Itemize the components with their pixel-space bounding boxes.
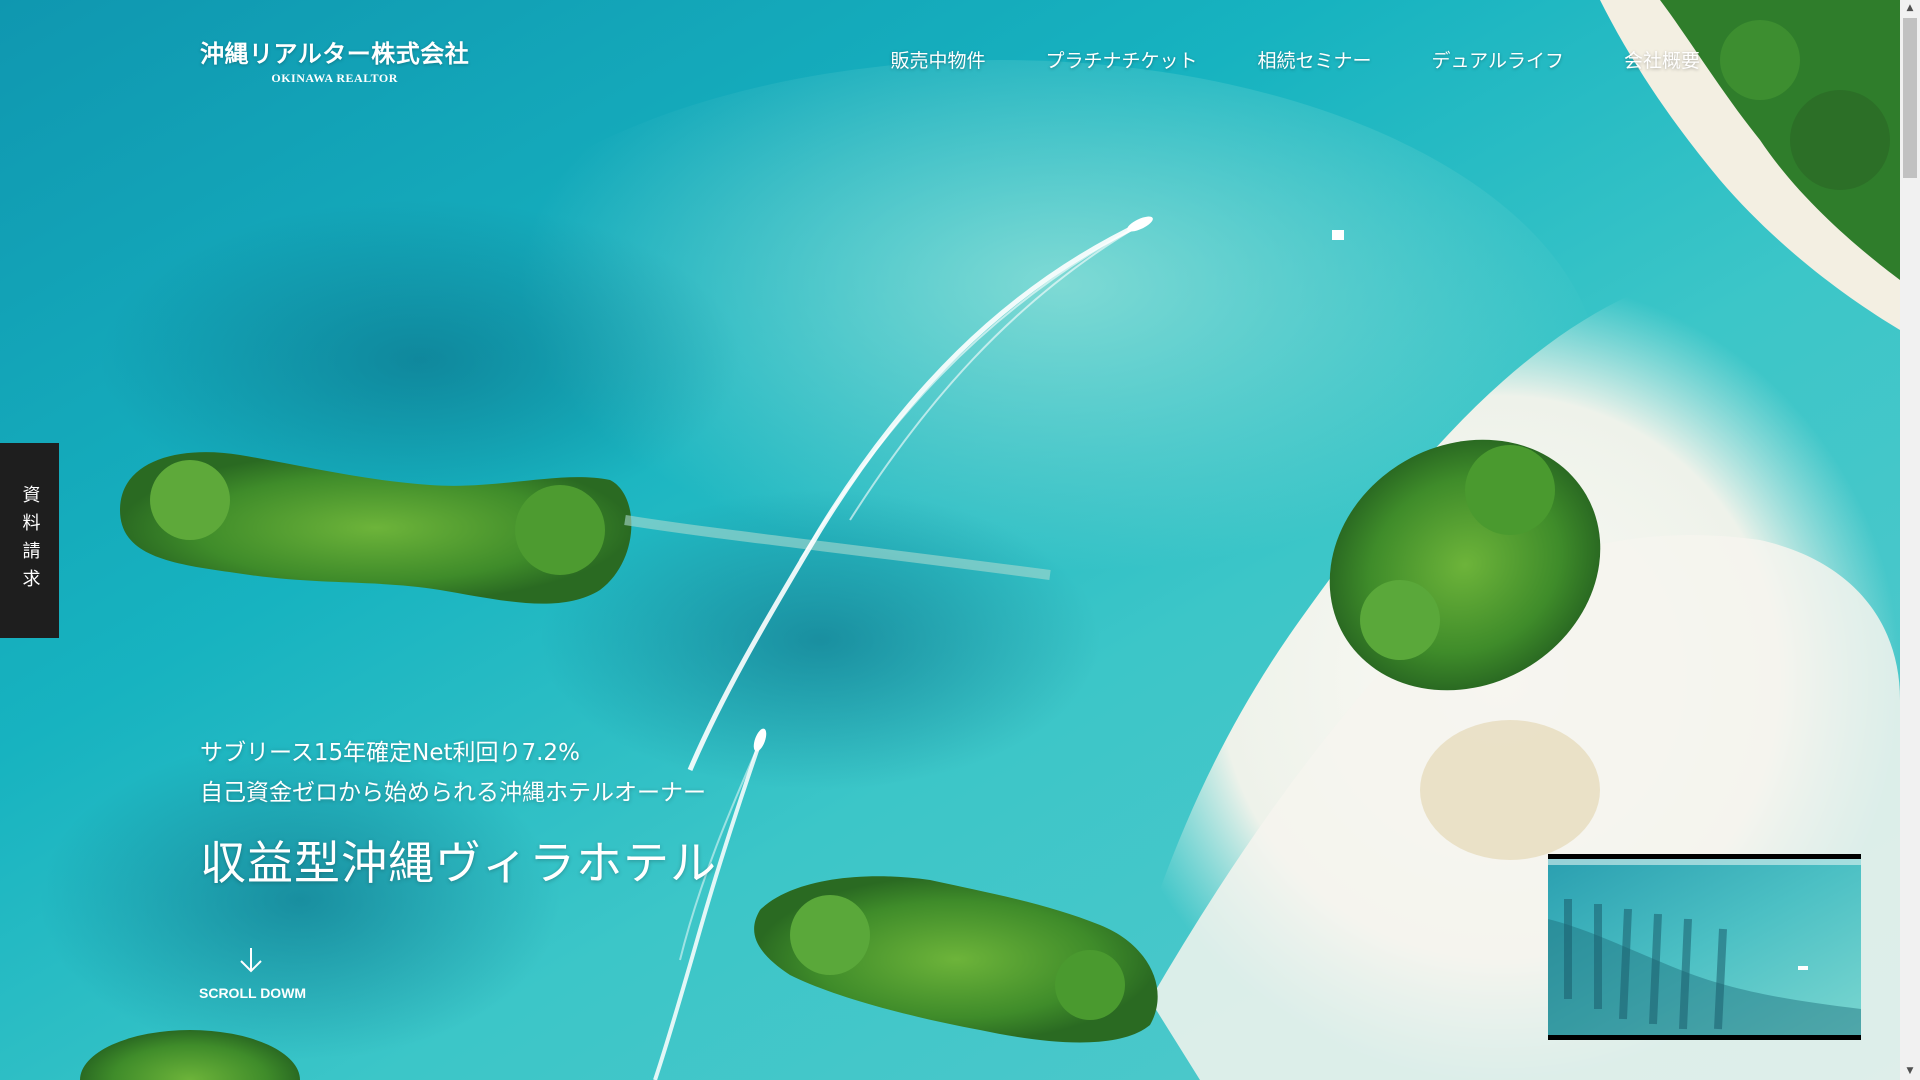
scroll-down-label: SCROLL DOWM [199,985,307,1001]
hero-copy: サブリース15年確定Net利回り7.2% 自己資金ゼロから始められる沖縄ホテルオ… [200,733,717,893]
video-thumbnail[interactable] [1548,854,1861,1040]
scroll-up-arrow-icon[interactable]: ▲ [1900,0,1920,17]
nav-item-company[interactable]: 会社概要 [1624,46,1700,73]
scroll-down-arrow-icon[interactable]: ▼ [1900,1063,1920,1080]
hero-title: 収益型沖縄ヴィラホテル [200,836,717,890]
scrollbar-thumb[interactable] [1903,18,1917,178]
nav-item-dual-life[interactable]: デュアルライフ [1432,46,1564,73]
request-documents-label: 資料請求 [19,484,41,597]
hero-subline-yield: サブリース15年確定Net利回り7.2% [200,740,580,766]
arrow-down-icon [240,948,262,973]
nav-item-platinum-ticket[interactable]: プラチナチケット [1046,46,1198,73]
nav-item-properties[interactable]: 販売中物件 [891,46,986,73]
video-preview-image [1548,859,1861,1035]
scroll-down-button[interactable]: SCROLL DOWM [199,945,307,1001]
global-nav: 販売中物件 プラチナチケット 相続セミナー デュアルライフ 会社概要 [891,46,1701,73]
hero-subline-owner: 自己資金ゼロから始められる沖縄ホテルオーナー [200,780,706,806]
page-scrollbar[interactable]: ▲ ▼ [1900,0,1920,1080]
page-viewport: 沖縄リアルター株式会社 OKINAWA REALTOR 販売中物件 プラチナチケ… [0,0,1900,1080]
logo-japanese-name: 沖縄リアルター株式会社 [200,40,470,68]
request-documents-tab[interactable]: 資料請求 [0,443,59,638]
logo-english-name: OKINAWA REALTOR [271,71,398,85]
site-logo[interactable]: 沖縄リアルター株式会社 OKINAWA REALTOR [200,34,469,86]
nav-item-inheritance-seminar[interactable]: 相続セミナー [1258,46,1372,73]
